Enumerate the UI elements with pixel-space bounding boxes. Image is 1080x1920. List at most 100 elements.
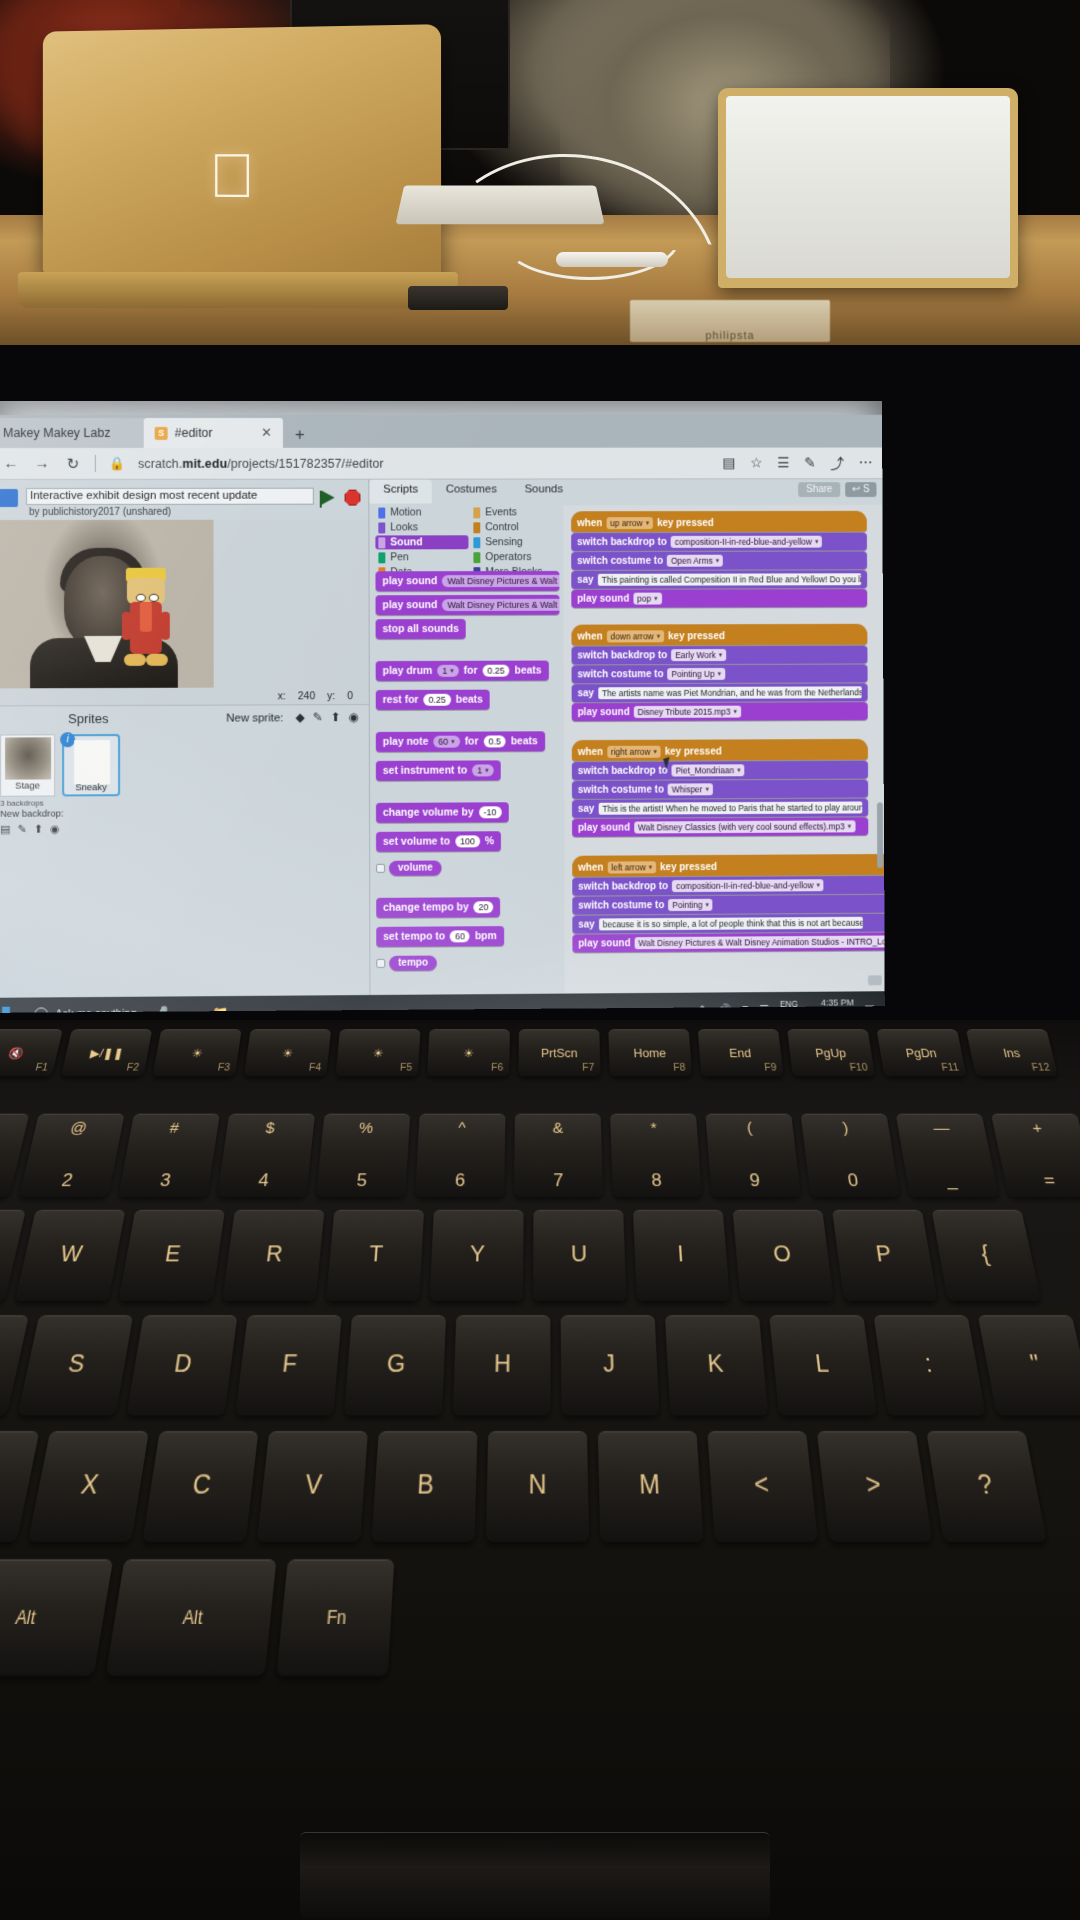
key-w[interactable]: W	[15, 1210, 125, 1301]
key-"[interactable]: "	[978, 1315, 1080, 1415]
new-tab-button[interactable]: +	[283, 425, 315, 448]
browser-tab-makey-makey-labz[interactable]: Makey Makey Labz	[0, 418, 144, 448]
sound-dropdown[interactable]: pop ▾	[633, 593, 661, 605]
script-left-arrow[interactable]: when left arrow ▾ key pressed switch back…	[572, 854, 885, 954]
see-project-page-button[interactable]: ↩ S	[845, 482, 876, 497]
battery-icon[interactable]: ■	[742, 1003, 749, 1013]
key-s[interactable]: S	[18, 1315, 134, 1415]
back-to-site-icon[interactable]	[0, 489, 18, 507]
language-indicator[interactable]: ENG US	[780, 999, 798, 1013]
block-palette[interactable]: play sound Walt Disney Pictures & Walt D…	[375, 571, 560, 991]
palette-block-tempo-reporter[interactable]: tempo	[389, 956, 437, 971]
drum-dropdown[interactable]: 1 ▾	[437, 665, 458, 677]
say-text-input[interactable]: because it is so simple, a lot of people…	[599, 917, 863, 931]
key-g[interactable]: G	[344, 1315, 446, 1415]
share-button[interactable]: Share	[798, 482, 840, 497]
camera-backdrop-icon[interactable]: ◉	[50, 823, 60, 836]
project-title-input[interactable]	[26, 487, 314, 504]
hub-icon[interactable]: ☰	[777, 454, 789, 471]
key-=[interactable]: + =	[991, 1114, 1080, 1197]
key-8[interactable]: * 8	[610, 1114, 702, 1197]
category-looks[interactable]: Looks	[375, 520, 468, 534]
key-:[interactable]: :	[874, 1315, 986, 1415]
sprite-info-icon[interactable]: i	[60, 732, 75, 747]
key-p[interactable]: P	[832, 1210, 937, 1301]
key-l[interactable]: L	[769, 1315, 877, 1415]
palette-block-stop-all-sounds[interactable]: stop all sounds	[376, 619, 466, 639]
block-switch-backdrop[interactable]: switch backdrop to Early Work ▾	[571, 646, 867, 665]
palette-block-volume-reporter[interactable]: volume	[389, 861, 442, 876]
sound-dropdown[interactable]: Walt Disney Pictures & Walt D	[442, 575, 559, 587]
block-say[interactable]: say This is the artist! When he moved to…	[572, 798, 868, 817]
key-b[interactable]: B	[371, 1431, 477, 1542]
sprite-card-sneaky[interactable]: i Sneaky	[62, 734, 120, 796]
stop-sign-icon[interactable]	[345, 490, 361, 506]
clock[interactable]: 4:35 PM 2017-03-29	[809, 997, 854, 1012]
action-center-icon[interactable]: ▤	[865, 1002, 875, 1013]
block-play-sound[interactable]: play sound Walt Disney Pictures & Walt D…	[572, 932, 884, 953]
tempo-input[interactable]: 60	[450, 930, 470, 942]
key-F12[interactable]: Ins F12	[966, 1029, 1058, 1076]
palette-block-rest-for[interactable]: rest for 0.25 beats	[376, 690, 490, 710]
block-play-sound[interactable]: play sound pop ▾	[571, 589, 867, 608]
show-hidden-icons[interactable]: ⌃	[698, 1003, 707, 1013]
category-pen[interactable]: Pen	[375, 550, 468, 564]
block-switch-backdrop[interactable]: switch backdrop to composition-II-in-red…	[572, 875, 885, 895]
palette-block-set-volume[interactable]: set volume to 100 %	[376, 831, 501, 852]
block-say[interactable]: say This painting is called Compesition …	[571, 570, 867, 589]
block-play-sound[interactable]: play sound Disney Tribute 2015.mp3 ▾	[572, 702, 868, 721]
key-<[interactable]: <	[707, 1431, 818, 1542]
key-y[interactable]: Y	[430, 1210, 524, 1301]
key-5[interactable]: % 5	[316, 1114, 410, 1197]
browser-tab-editor[interactable]: S #editor ✕	[144, 418, 283, 448]
say-text-input[interactable]: This painting is called Compesition II i…	[598, 573, 861, 585]
volume-checkbox[interactable]	[376, 864, 385, 873]
microphone-icon[interactable]: 🎤	[153, 1006, 169, 1013]
key-F5[interactable]: ☀ F5	[335, 1029, 420, 1076]
web-note-icon[interactable]: ✎	[804, 454, 816, 471]
say-text-input[interactable]: This is the artist! When he moved to Par…	[598, 801, 862, 814]
key-F9[interactable]: End F9	[698, 1029, 784, 1076]
reading-view-icon[interactable]: ▤	[722, 455, 735, 472]
key-dropdown[interactable]: down arrow ▾	[607, 630, 665, 642]
key-F3[interactable]: ☀ F3	[152, 1029, 241, 1076]
key-alt[interactable]: Alt	[106, 1559, 277, 1675]
block-say[interactable]: say because it is so simple, a lot of pe…	[572, 913, 884, 934]
edge-browser-icon[interactable]: e	[245, 1005, 252, 1012]
costume-dropdown[interactable]: Open Arms ▾	[667, 555, 723, 567]
category-operators[interactable]: Operators	[470, 550, 563, 564]
key-r[interactable]: R	[222, 1210, 324, 1301]
volume-input[interactable]: 100	[455, 835, 480, 847]
palette-block-set-instrument[interactable]: set instrument to 1 ▾	[376, 760, 501, 781]
key-e[interactable]: E	[119, 1210, 225, 1301]
choose-backdrop-icon[interactable]: ▤	[0, 823, 10, 836]
cortana-search-box[interactable]: Ask me anything	[34, 1007, 136, 1013]
key-6[interactable]: ^ 6	[415, 1114, 506, 1197]
key-F8[interactable]: Home F8	[608, 1029, 692, 1076]
sound-dropdown[interactable]: Walt Disney Pictures & Walt D	[442, 599, 559, 611]
category-sound[interactable]: Sound	[375, 535, 468, 549]
script-right-arrow[interactable]: when right arrow ▾ key pressed switch bac…	[572, 739, 868, 838]
key-n[interactable]: N	[486, 1431, 589, 1542]
key-_[interactable]: — _	[896, 1114, 999, 1197]
category-sensing[interactable]: Sensing	[470, 535, 563, 549]
key-d[interactable]: D	[126, 1315, 237, 1415]
sprite-sneaky-on-stage[interactable]	[120, 568, 172, 680]
instrument-dropdown[interactable]: 1 ▾	[472, 764, 493, 776]
backdrop-dropdown[interactable]: Piet_Mondriaan ▾	[672, 764, 745, 776]
scripts-vertical-scrollbar[interactable]	[877, 802, 883, 868]
back-icon[interactable]: ←	[2, 455, 20, 472]
sound-dropdown[interactable]: Walt Disney Pictures & Walt Disney Anima…	[634, 935, 884, 949]
favorites-star-icon[interactable]: ☆	[750, 455, 762, 472]
close-icon[interactable]: ✕	[261, 425, 272, 441]
key-?[interactable]: ?	[926, 1431, 1047, 1542]
key-dropdown[interactable]: left arrow ▾	[607, 861, 656, 873]
forward-icon[interactable]: →	[33, 455, 51, 472]
sound-dropdown[interactable]: Disney Tribute 2015.mp3 ▾	[634, 706, 741, 718]
tab-scripts[interactable]: Scripts	[369, 480, 432, 504]
key-F2[interactable]: ▶/❚❚ F2	[61, 1029, 152, 1076]
category-events[interactable]: Events	[470, 505, 563, 519]
key-4[interactable]: $4	[217, 1114, 315, 1197]
share-icon[interactable]: ⤴	[830, 453, 844, 473]
key-dropdown[interactable]: right arrow ▾	[607, 746, 661, 758]
